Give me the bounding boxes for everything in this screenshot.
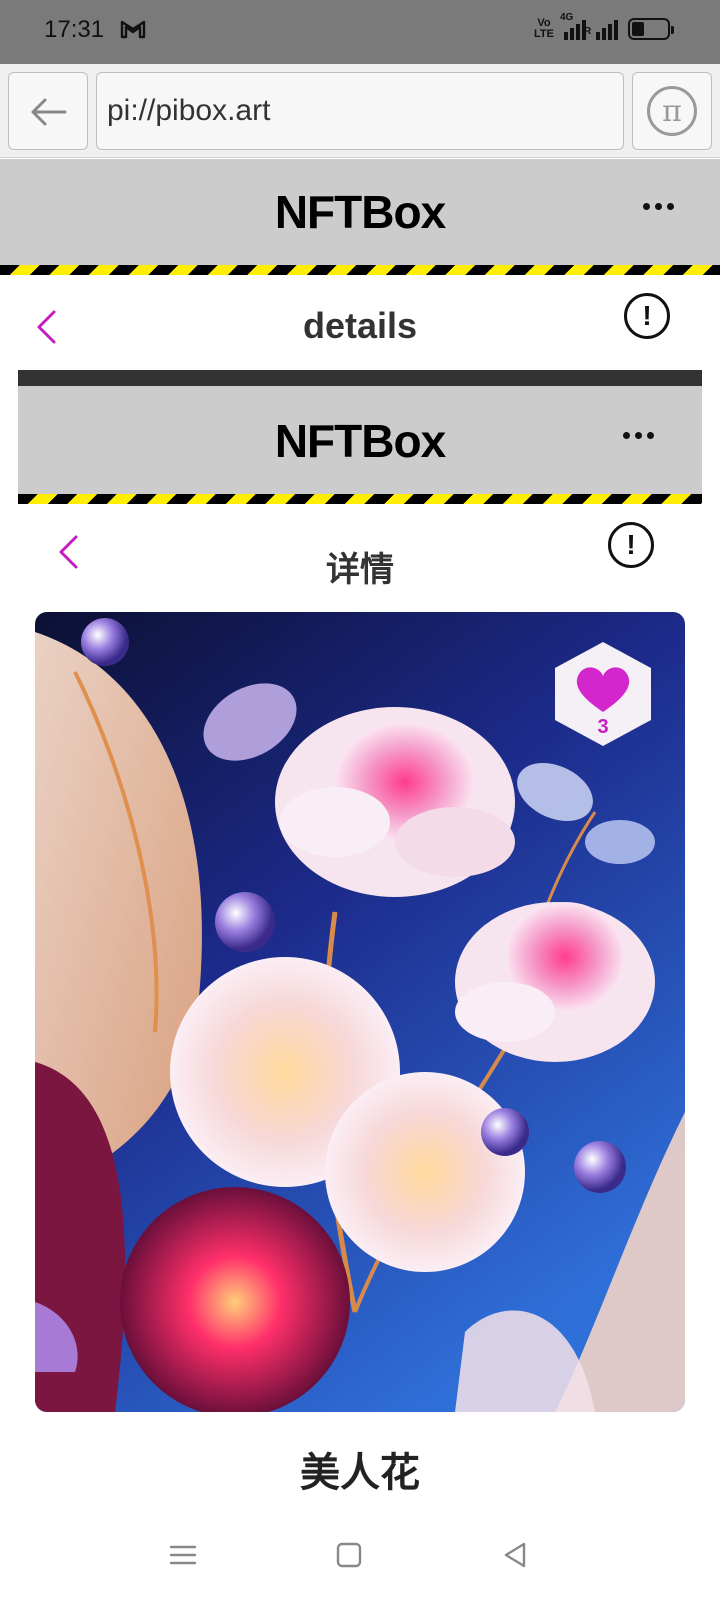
pi-wallet-button[interactable]: π <box>632 72 712 150</box>
app-title: NFTBox <box>274 186 446 238</box>
battery-icon <box>628 18 674 40</box>
status-time: 17:31 <box>44 16 105 43</box>
signal-4g-icon: 4G <box>560 12 586 40</box>
details-nav: details ! <box>0 283 720 369</box>
embedded-nav: 详情 ! <box>18 522 702 602</box>
url-field[interactable]: pi://pibox.art <box>96 72 624 150</box>
info-icon[interactable]: ! <box>624 293 670 339</box>
signal-roaming-icon: R <box>584 18 618 40</box>
menu-lines-icon[interactable] <box>168 1540 198 1570</box>
status-icons: Vo LTE 4G R <box>534 12 674 40</box>
embedded-hazard-stripe <box>18 494 702 504</box>
pi-coin-icon: π <box>647 86 697 136</box>
status-bar: 17:31 Vo LTE 4G R <box>0 0 720 64</box>
browser-bar: pi://pibox.art π <box>0 64 720 158</box>
url-text: pi://pibox.art <box>107 94 271 127</box>
home-square-icon[interactable] <box>334 1540 364 1570</box>
embedded-screenshot: NFTBox 详情 ! 3 美人花 <box>18 370 702 1500</box>
arrow-left-icon <box>31 98 67 126</box>
battery-fill <box>632 22 644 36</box>
nft-artwork-image[interactable]: 3 <box>35 612 685 1412</box>
embedded-app-title: NFTBox <box>274 415 446 467</box>
hazard-stripe <box>0 265 720 275</box>
embedded-browser-strip <box>18 370 702 386</box>
artwork-title: 美人花 <box>300 1450 420 1496</box>
embedded-app-header: NFTBox <box>18 386 702 502</box>
embedded-info-icon[interactable]: ! <box>608 522 654 568</box>
browser-back-button[interactable] <box>8 72 88 150</box>
back-triangle-icon[interactable] <box>500 1540 530 1570</box>
like-count: 3 <box>597 716 609 738</box>
page-title: details <box>302 305 418 346</box>
embedded-page-title: 详情 <box>326 550 394 590</box>
system-nav-bar <box>0 1500 720 1612</box>
gmail-icon <box>120 20 146 39</box>
like-button[interactable]: 3 <box>549 640 657 748</box>
app-header: NFTBox <box>0 159 720 273</box>
page: 17:31 Vo LTE 4G R pi://pibox.art π NFTBo… <box>0 0 720 1612</box>
more-horizontal-icon[interactable] <box>643 203 674 210</box>
embedded-more-icon[interactable] <box>623 432 654 439</box>
volte-icon: Vo LTE <box>534 17 554 40</box>
